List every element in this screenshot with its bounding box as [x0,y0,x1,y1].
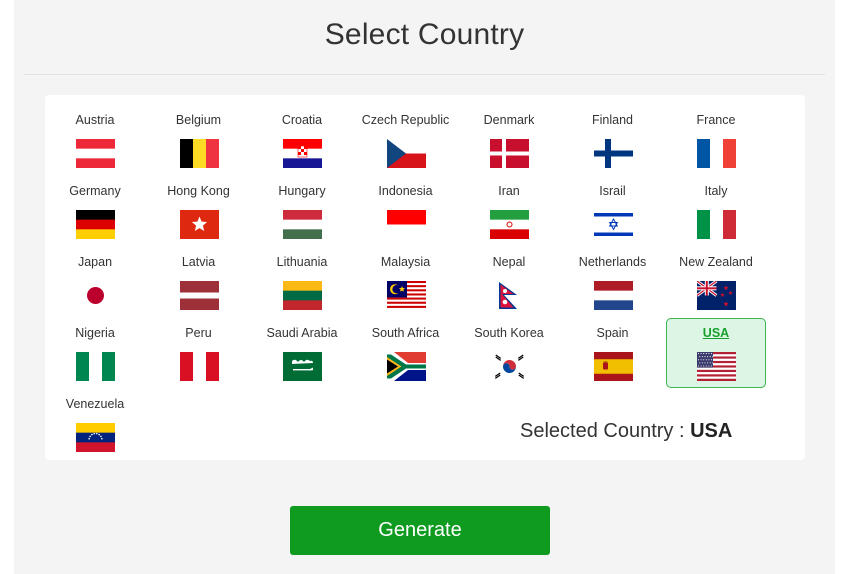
country-selector-panel: Select Country Austria Belgium Croatia Cze… [14,0,835,574]
title-divider [24,74,825,75]
germany-flag-icon [76,210,115,239]
country-name: USA [702,326,730,340]
country-name: Hungary [278,184,326,198]
denmark-flag-icon [490,139,529,168]
country-option-belgium[interactable]: Belgium [149,105,249,175]
croatia-flag-icon [283,139,322,168]
italy-flag-icon [697,210,736,239]
country-name: Malaysia [380,255,431,269]
country-name: Czech Republic [361,113,450,127]
country-name: Nepal [492,255,526,269]
country-option-japan[interactable]: Japan [45,247,145,317]
country-name: Finland [592,113,633,127]
south-africa-flag-icon [386,352,426,381]
malaysia-flag-icon [386,281,426,310]
country-name: Belgium [175,113,222,127]
czech-republic-flag-icon [386,139,426,168]
country-name: Lithuania [276,255,328,269]
country-name: South Africa [371,326,440,340]
latvia-flag-icon [179,281,219,310]
country-option-italy[interactable]: Italy [666,176,766,246]
country-option-nepal[interactable]: Nepal [459,247,559,317]
country-name: Iran [498,184,520,198]
country-name: Hong Kong [167,184,230,198]
israel-flag-icon [593,210,633,239]
new-zealand-flag-icon [697,281,736,310]
selected-country-line: Selected Country : USA [520,420,732,443]
country-name: France [696,113,736,127]
country-option-netherlands[interactable]: Netherlands [563,247,663,317]
country-name: South Korea [474,326,544,340]
country-option-venezuela[interactable]: Venezuela [45,389,145,459]
country-option-peru[interactable]: Peru [149,318,249,388]
nigeria-flag-icon [76,352,115,381]
country-name: Austria [75,113,115,127]
country-option-iran[interactable]: Iran [459,176,559,246]
netherlands-flag-icon [593,281,633,310]
country-name: Germany [69,184,121,198]
country-option-saudi-arabia[interactable]: Saudi Arabia [252,318,352,388]
usa-flag-icon [697,352,736,381]
country-name: Nigeria [75,326,115,340]
country-option-spain[interactable]: Spain [563,318,663,388]
country-option-indonesia[interactable]: Indonesia [356,176,456,246]
south-korea-flag-icon [490,352,529,381]
country-name: Spain [596,326,629,340]
country-option-croatia[interactable]: Croatia [252,105,352,175]
country-option-south-korea[interactable]: South Korea [459,318,559,388]
selected-country-label: Selected Country : [520,420,685,442]
saudi-arabia-flag-icon [283,352,322,381]
venezuela-flag-icon [76,423,115,452]
country-option-south-africa[interactable]: South Africa [356,318,456,388]
country-name: Peru [185,326,212,340]
finland-flag-icon [593,139,633,168]
country-name: Denmark [483,113,535,127]
lithuania-flag-icon [283,281,322,310]
austria-flag-icon [76,139,115,168]
country-name: Latvia [181,255,216,269]
selected-country-value: USA [690,420,733,442]
japan-flag-icon [76,281,115,310]
country-name: Netherlands [578,255,647,269]
belgium-flag-icon [179,139,219,168]
spain-flag-icon [593,352,633,381]
iran-flag-icon [490,210,529,239]
country-name: Italy [704,184,728,198]
nepal-flag-icon [490,281,529,310]
country-option-latvia[interactable]: Latvia [149,247,249,317]
country-option-germany[interactable]: Germany [45,176,145,246]
page-title: Select Country [324,18,525,51]
country-name: Saudi Arabia [266,326,338,340]
indonesia-flag-icon [386,210,426,239]
country-option-denmark[interactable]: Denmark [459,105,559,175]
country-option-austria[interactable]: Austria [45,105,145,175]
country-name: Israil [599,184,626,198]
country-name: Japan [77,255,113,269]
hungary-flag-icon [283,210,322,239]
country-option-hungary[interactable]: Hungary [252,176,352,246]
generate-button[interactable]: Generate [290,506,550,555]
peru-flag-icon [179,352,219,381]
hong-kong-flag-icon [179,210,219,239]
country-option-france[interactable]: France [666,105,766,175]
country-option-hong-kong[interactable]: Hong Kong [149,176,249,246]
france-flag-icon [697,139,736,168]
country-option-israil[interactable]: Israil [563,176,663,246]
country-name: Croatia [281,113,323,127]
country-option-finland[interactable]: Finland [563,105,663,175]
country-option-new-zealand[interactable]: New Zealand [666,247,766,317]
country-option-malaysia[interactable]: Malaysia [356,247,456,317]
country-grid-card: Austria Belgium Croatia Czech Republic Denm… [45,95,805,460]
country-name: Venezuela [65,397,125,411]
country-option-czech-republic[interactable]: Czech Republic [356,105,456,175]
country-option-usa[interactable]: USA [666,318,766,388]
country-name: New Zealand [679,255,753,269]
country-option-nigeria[interactable]: Nigeria [45,318,145,388]
country-name: Indonesia [378,184,433,198]
country-option-lithuania[interactable]: Lithuania [252,247,352,317]
